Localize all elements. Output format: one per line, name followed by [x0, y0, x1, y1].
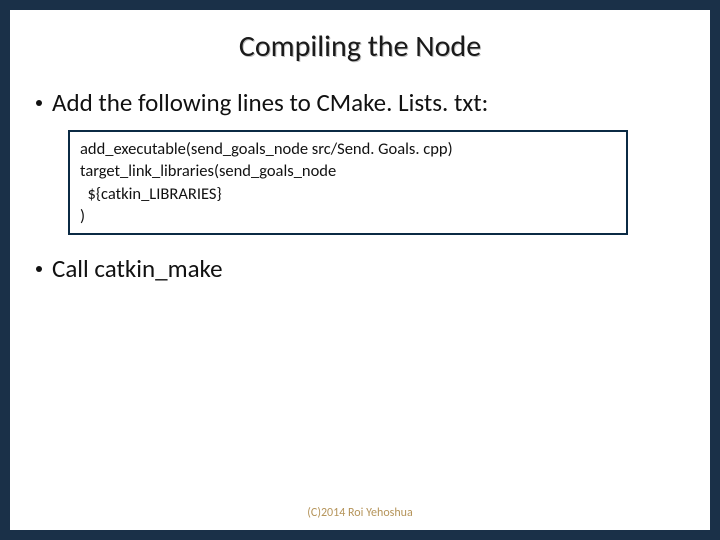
- page-title: Compiling the Node: [34, 28, 686, 65]
- code-line-3: ${catkin_LIBRARIES}: [80, 183, 616, 205]
- code-line-2: target_link_libraries(send_goals_node: [80, 160, 616, 182]
- bullet-item-2: Call catkin_make: [34, 253, 686, 284]
- slide: Compiling the Node Add the following lin…: [10, 10, 710, 530]
- bullet-dot-icon: [36, 100, 42, 106]
- bullet-dot-icon: [36, 266, 42, 272]
- code-block: add_executable(send_goals_node src/Send.…: [68, 130, 628, 235]
- bullet-text-2: Call catkin_make: [52, 253, 223, 284]
- bullet-item-1: Add the following lines to CMake. Lists.…: [34, 87, 686, 118]
- code-line-4: ): [80, 205, 616, 227]
- code-line-1: add_executable(send_goals_node src/Send.…: [80, 138, 616, 160]
- bullet-text-1: Add the following lines to CMake. Lists.…: [52, 87, 488, 118]
- footer-copyright: (C)2014 Roi Yehoshua: [10, 506, 710, 520]
